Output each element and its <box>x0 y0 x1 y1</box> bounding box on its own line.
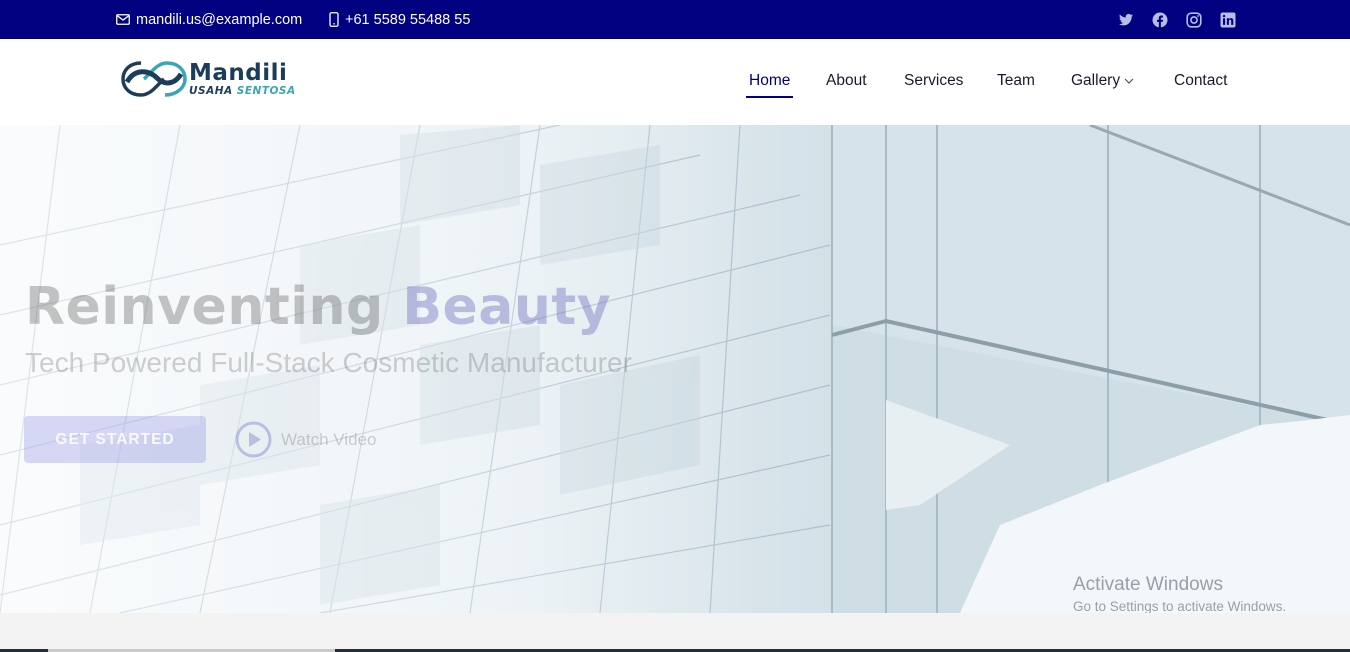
site-header: Mandili USAHA SENTOSA Home About Service… <box>0 39 1350 125</box>
nav-gallery[interactable]: Gallery <box>1071 72 1134 90</box>
phone-text: +61 5589 55488 55 <box>345 11 471 28</box>
watch-video-label: Watch Video <box>281 429 377 449</box>
nav-home[interactable]: Home <box>745 72 794 98</box>
email-text: mandili.us@example.com <box>136 11 303 28</box>
hero-subtitle: Tech Powered Full-Stack Cosmetic Manufac… <box>25 347 632 378</box>
phone-icon <box>329 12 339 27</box>
facebook-icon[interactable] <box>1152 12 1168 28</box>
watch-video-link[interactable]: Watch Video <box>235 421 376 458</box>
chevron-down-icon <box>1124 78 1134 84</box>
linkedin-icon[interactable] <box>1220 12 1236 28</box>
email-contact[interactable]: mandili.us@example.com <box>116 0 302 39</box>
hero-title-part2: Beauty <box>402 277 612 337</box>
hero-title: Reinventing Beauty <box>25 277 611 337</box>
get-started-button[interactable]: GET STARTED <box>24 416 206 463</box>
nav-services[interactable]: Services <box>904 72 963 90</box>
twitter-icon[interactable] <box>1118 12 1134 28</box>
phone-contact[interactable]: +61 5589 55488 55 <box>329 0 470 39</box>
social-links <box>1118 0 1236 39</box>
next-section-strip <box>0 613 1350 652</box>
play-circle-icon <box>235 421 272 458</box>
instagram-icon[interactable] <box>1186 11 1202 28</box>
hero-section: Reinventing Beauty Tech Powered Full-Sta… <box>0 125 1350 613</box>
main-nav: Home About Services Team Gallery Contact <box>0 39 1350 125</box>
hero-title-part1: Reinventing <box>25 277 403 337</box>
top-bar: mandili.us@example.com +61 5589 55488 55 <box>0 0 1350 39</box>
nav-contact[interactable]: Contact <box>1174 72 1227 90</box>
nav-team[interactable]: Team <box>997 72 1035 90</box>
nav-about[interactable]: About <box>826 72 867 90</box>
nav-gallery-label: Gallery <box>1071 72 1121 89</box>
envelope-icon <box>116 14 130 25</box>
